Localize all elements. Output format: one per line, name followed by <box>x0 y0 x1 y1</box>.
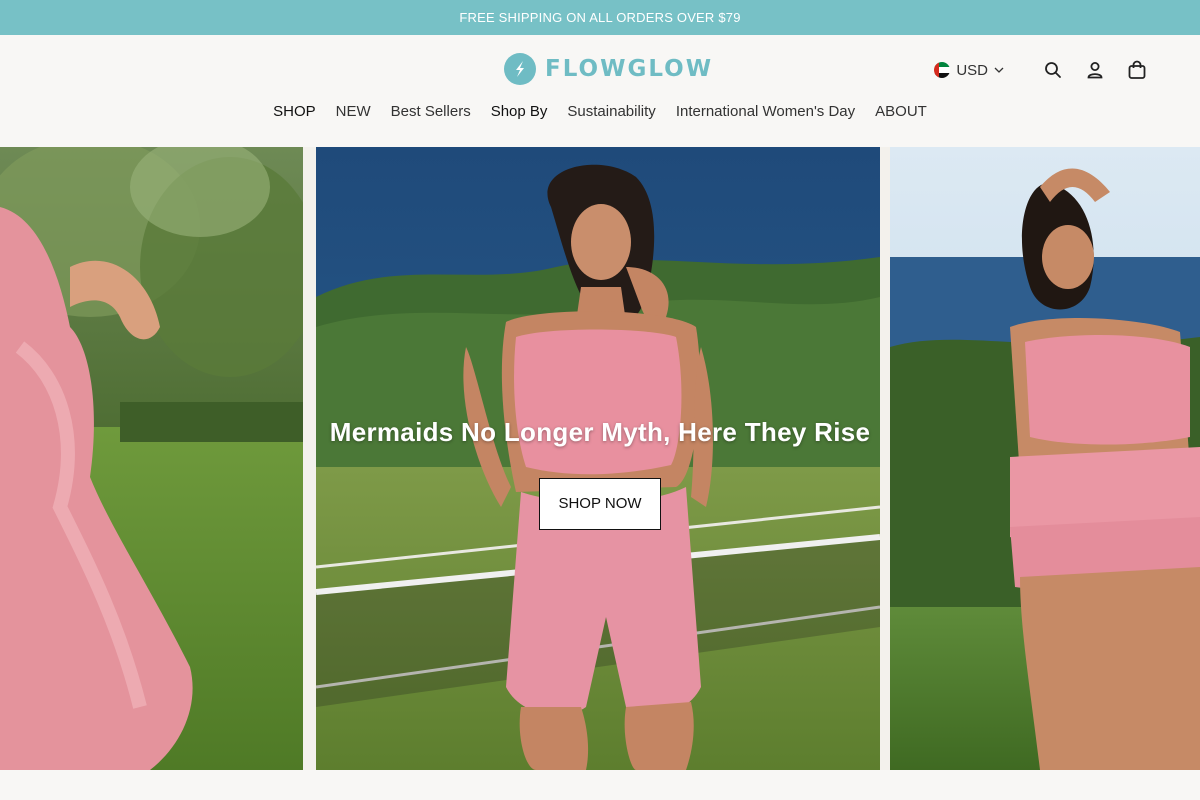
nav-item-shop[interactable]: SHOP <box>273 103 316 120</box>
cart-icon <box>1128 60 1146 79</box>
brand-name: FLOWGLOW <box>545 56 714 82</box>
header-utilities: USD <box>934 57 1148 83</box>
nav-item-about[interactable]: ABOUT <box>875 103 927 120</box>
account-button[interactable] <box>1084 59 1106 81</box>
hero-content: Mermaids No Longer Myth, Here They Rise … <box>0 417 1200 530</box>
currency-label: USD <box>956 61 988 79</box>
main-nav: SHOP NEW Best Sellers Shop By Sustainabi… <box>0 103 1200 120</box>
search-button[interactable] <box>1042 59 1064 81</box>
nav-item-womens-day[interactable]: International Women's Day <box>676 103 855 120</box>
account-icon <box>1087 62 1103 79</box>
search-icon <box>1045 62 1061 78</box>
cart-button[interactable] <box>1126 59 1148 81</box>
nav-item-new[interactable]: NEW <box>336 103 371 120</box>
nav-item-shop-by[interactable]: Shop By <box>491 103 548 120</box>
shop-now-button[interactable]: SHOP NOW <box>539 478 661 530</box>
announcement-text: FREE SHIPPING ON ALL ORDERS OVER $79 <box>459 10 741 25</box>
uae-flag-icon <box>934 62 951 78</box>
logo-mark-icon <box>504 53 536 85</box>
page-bottom-strip <box>0 770 1200 800</box>
site-header: FLOWGLOW USD SHOP NEW Best Sellers Shop … <box>0 35 1200 147</box>
brand-logo[interactable]: FLOWGLOW <box>504 53 713 85</box>
nav-item-sustainability[interactable]: Sustainability <box>567 103 655 120</box>
nav-item-best-sellers[interactable]: Best Sellers <box>391 103 471 120</box>
currency-selector[interactable]: USD <box>934 62 1004 79</box>
hero-banner: Mermaids No Longer Myth, Here They Rise … <box>0 147 1200 770</box>
hero-title: Mermaids No Longer Myth, Here They Rise <box>329 417 871 447</box>
announcement-bar: FREE SHIPPING ON ALL ORDERS OVER $79 <box>0 0 1200 35</box>
chevron-down-icon <box>994 67 1004 73</box>
